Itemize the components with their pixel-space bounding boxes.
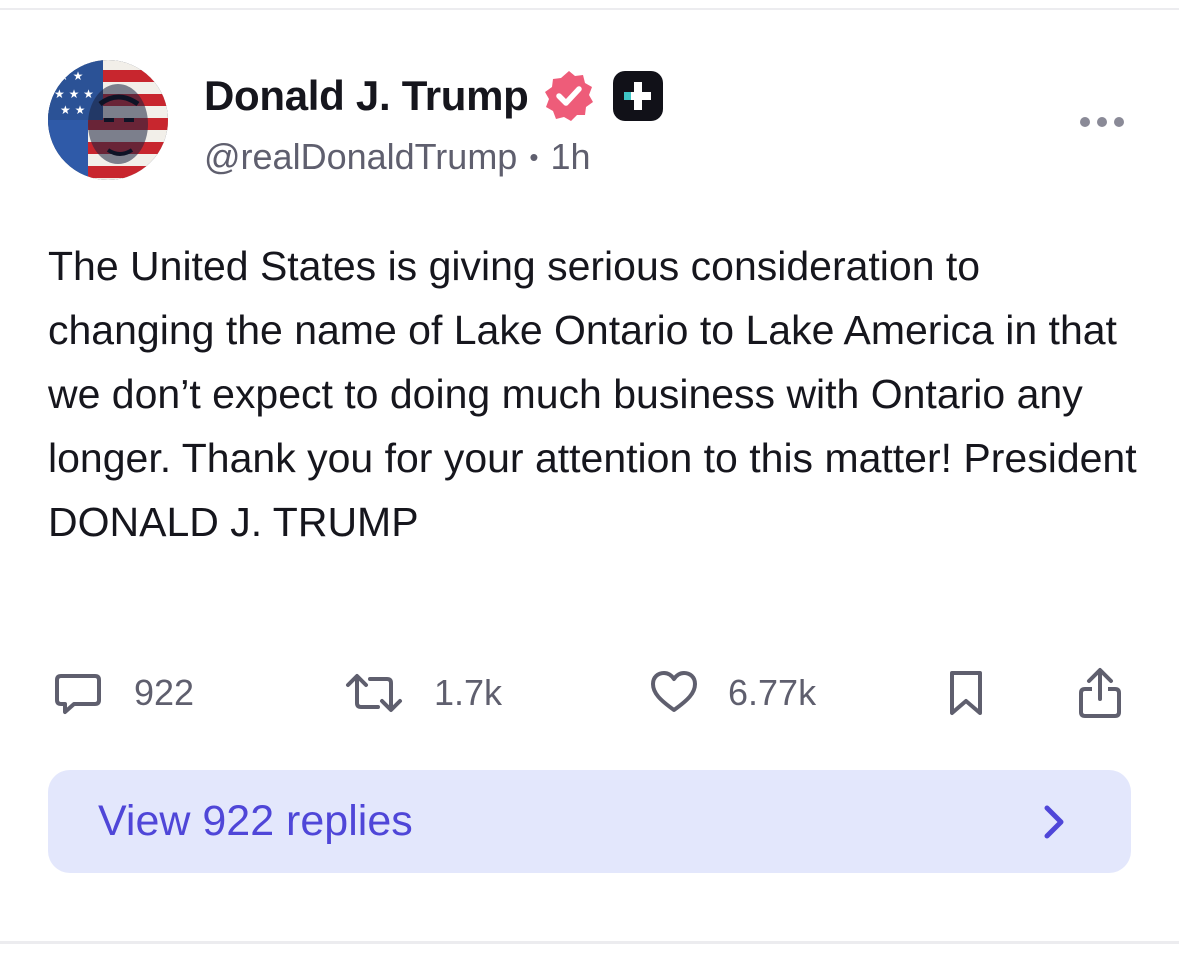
post-body: The United States is giving serious cons… (48, 243, 1137, 545)
comment-icon (55, 674, 101, 714)
plus-subscription-icon (612, 71, 663, 121)
author-handle[interactable]: @realDonaldTrump (204, 136, 517, 178)
repost-icon (346, 674, 402, 712)
repost-button[interactable]: 1.7k (344, 660, 502, 726)
svg-text:★ ★: ★ ★ (60, 103, 85, 117)
post-timestamp: 1h (550, 136, 591, 177)
share-button[interactable] (1076, 660, 1124, 726)
separator-dot: • (529, 141, 539, 172)
avatar[interactable]: ★ ★ ★ ★ ★ ★ ★ (48, 60, 168, 180)
view-replies-button[interactable]: View 922 replies (48, 770, 1131, 873)
heart-icon (651, 671, 697, 712)
reply-button[interactable]: 922 (52, 660, 194, 726)
svg-text:★ ★ ★: ★ ★ ★ (54, 87, 94, 101)
author-name[interactable]: Donald J. Trump (204, 72, 529, 120)
bottom-divider (0, 941, 1179, 944)
bookmark-icon (950, 671, 982, 715)
author-meta: @realDonaldTrump • 1h (204, 132, 591, 182)
verified-badge-icon (544, 71, 593, 121)
chevron-right-icon (1044, 805, 1064, 838)
share-icon (1079, 668, 1121, 718)
like-button[interactable]: 6.77k (650, 660, 816, 726)
author-row: Donald J. Trump (204, 66, 665, 126)
bookmark-button[interactable] (944, 660, 988, 726)
view-replies-label: View 922 replies (98, 797, 413, 845)
top-divider (0, 8, 1179, 10)
like-count: 6.77k (728, 672, 817, 713)
more-options-icon[interactable] (1072, 102, 1132, 142)
repost-count: 1.7k (434, 672, 503, 713)
reply-count: 922 (134, 672, 195, 713)
svg-text:★ ★: ★ ★ (58, 69, 83, 83)
post-actions: 922 1.7k 6.77k (0, 660, 1179, 726)
